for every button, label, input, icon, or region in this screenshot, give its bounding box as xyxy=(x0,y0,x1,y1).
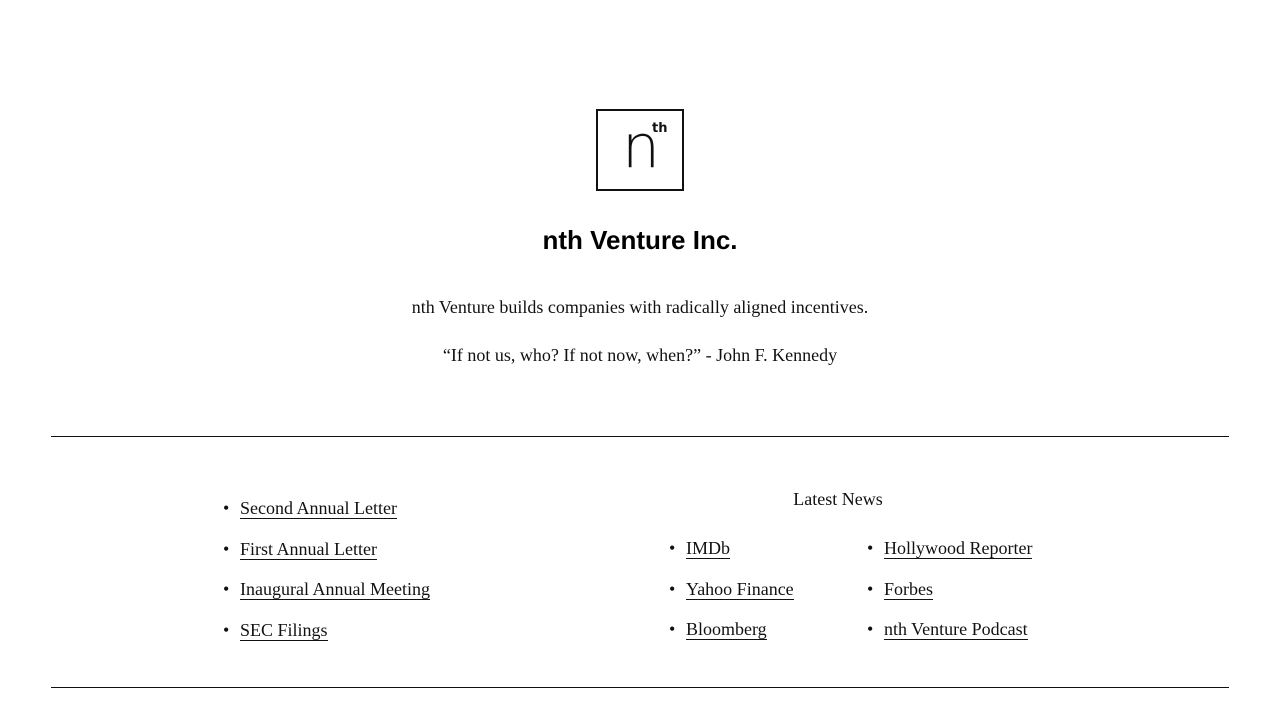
link-sec-filings[interactable]: SEC Filings xyxy=(240,619,328,641)
quote: “If not us, who? If not now, when?” - Jo… xyxy=(442,345,838,365)
bullet-icon: • xyxy=(867,619,874,639)
list-item: • First Annual Letter xyxy=(223,537,430,578)
divider-bottom xyxy=(51,687,1229,688)
bullet-icon: • xyxy=(669,538,676,558)
link-nth-venture-podcast[interactable]: nth Venture Podcast xyxy=(884,619,1028,640)
bullet-icon: • xyxy=(223,498,230,518)
bullet-icon: • xyxy=(669,578,676,599)
bullet-icon: • xyxy=(669,619,676,639)
bullet-icon: • xyxy=(223,538,230,559)
logo-superscript: th xyxy=(652,121,668,136)
logo: n th xyxy=(596,109,684,191)
bullet-icon: • xyxy=(867,538,874,558)
list-item: • Hollywood Reporter xyxy=(867,536,1033,577)
list-item: • Inaugural Annual Meeting xyxy=(223,577,430,618)
list-item: • IMDb xyxy=(669,536,794,577)
link-forbes[interactable]: Forbes xyxy=(884,578,933,600)
link-bloomberg[interactable]: Bloomberg xyxy=(686,619,767,640)
news-heading: Latest News xyxy=(793,489,883,509)
list-item: • Bloomberg xyxy=(669,617,794,658)
link-hollywood-reporter[interactable]: Hollywood Reporter xyxy=(884,538,1033,559)
bullet-icon: • xyxy=(223,579,230,599)
link-second-annual-letter[interactable]: Second Annual Letter xyxy=(240,498,397,519)
bullet-icon: • xyxy=(867,578,874,599)
list-item: • Forbes xyxy=(867,577,1032,618)
list-item: • nth Venture Podcast xyxy=(867,617,1032,658)
list-item: • Yahoo Finance xyxy=(669,577,794,618)
bullet-icon: • xyxy=(223,619,230,640)
news-list-column-1: • IMDb • Yahoo Finance • Bloomberg xyxy=(669,536,794,658)
divider-top xyxy=(51,436,1229,437)
link-first-annual-letter[interactable]: First Annual Letter xyxy=(240,538,377,560)
link-yahoo-finance[interactable]: Yahoo Finance xyxy=(686,578,794,600)
company-name: nth Venture Inc. xyxy=(542,225,738,255)
list-item: • Second Annual Letter xyxy=(223,496,430,537)
news-list-column-2: • Hollywood Reporter • Forbes • nth Vent… xyxy=(867,536,1033,658)
letters-list: • Second Annual Letter • First Annual Le… xyxy=(223,496,430,659)
tagline: nth Venture builds companies with radica… xyxy=(411,297,869,317)
list-item: • SEC Filings xyxy=(223,618,430,659)
link-inaugural-annual-meeting[interactable]: Inaugural Annual Meeting xyxy=(240,579,430,600)
link-imdb[interactable]: IMDb xyxy=(686,538,730,559)
